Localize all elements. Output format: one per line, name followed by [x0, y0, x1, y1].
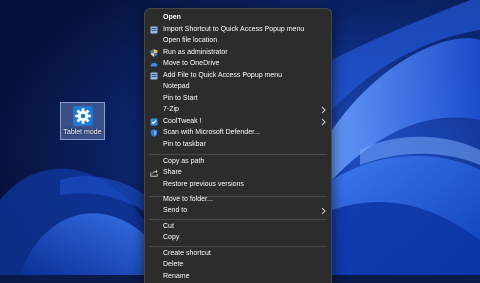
menu-item-label: Create shortcut	[163, 249, 211, 257]
menu-item-create-shortcut[interactable]: Create shortcut	[145, 248, 331, 260]
menu-item-move-to-onedrive[interactable]: Move to OneDrive	[145, 58, 331, 70]
menu-item-label: Restore previous versions	[163, 180, 244, 188]
menu-item-label: Cut	[163, 222, 174, 230]
share-icon	[150, 169, 158, 177]
menu-item-open-file-location[interactable]: Open file location	[145, 35, 331, 47]
defender-icon	[150, 129, 158, 137]
menu-item-scan-with-defender[interactable]: Scan with Microsoft Defender...	[145, 127, 331, 139]
popup-menu-icon	[150, 72, 158, 79]
menu-item-delete[interactable]: Delete	[145, 259, 331, 271]
menu-item-label: Import Shortcut to Quick Access Popup me…	[163, 25, 305, 33]
context-menu: Open Import Shortcut to Quick Access Pop…	[144, 8, 332, 283]
menu-item-restore-previous-versions[interactable]: Restore previous versions	[145, 179, 331, 191]
menu-item-open[interactable]: Open	[145, 12, 331, 24]
menu-item-label: Run as administrator	[163, 48, 228, 56]
onedrive-cloud-icon	[150, 62, 158, 67]
shield-icon	[150, 48, 158, 57]
popup-menu-icon	[150, 26, 158, 33]
desktop-icon-label: Tablet mode	[63, 129, 102, 136]
menu-item-label: Rename	[163, 272, 190, 280]
menu-item-move-to-folder[interactable]: Move to folder...	[145, 194, 331, 206]
menu-item-import-shortcut-qap[interactable]: Import Shortcut to Quick Access Popup me…	[145, 24, 331, 36]
chevron-right-icon	[321, 207, 326, 215]
cooltweak-icon	[150, 118, 158, 125]
menu-item-label: Add File to Quick Access Popup menu	[163, 71, 283, 79]
menu-item-label: 7-Zip	[163, 106, 179, 113]
menu-item-label: Delete	[163, 261, 184, 268]
menu-item-label: Open	[163, 14, 181, 21]
menu-item-label: CoolTweak !	[163, 117, 202, 125]
chevron-right-icon	[321, 118, 326, 125]
menu-item-label: Open file location	[163, 37, 218, 44]
menu-item-cooltweak[interactable]: CoolTweak !	[145, 116, 331, 128]
menu-item-share[interactable]: Share	[145, 167, 331, 179]
menu-item-label: Move to folder...	[163, 195, 213, 203]
menu-item-copy[interactable]: Copy	[145, 232, 331, 244]
desktop-shortcut-tablet-mode[interactable]: Tablet mode	[60, 102, 105, 140]
menu-item-run-as-administrator[interactable]: Run as administrator	[145, 47, 331, 59]
menu-item-7zip[interactable]: 7-Zip	[145, 104, 331, 116]
menu-item-send-to[interactable]: Send to	[145, 205, 331, 217]
menu-item-label: Send to	[163, 207, 188, 214]
menu-item-label: Move to OneDrive	[163, 60, 220, 67]
menu-item-label: Pin to Start	[163, 94, 198, 102]
menu-item-cut[interactable]: Cut	[145, 221, 331, 233]
menu-item-label: Copy as path	[163, 157, 205, 165]
menu-item-copy-as-path[interactable]: Copy as path	[145, 156, 331, 168]
gear-icon	[73, 106, 93, 126]
menu-item-label: Pin to taskbar	[163, 140, 206, 148]
menu-item-pin-to-start[interactable]: Pin to Start	[145, 93, 331, 105]
menu-item-notepad[interactable]: Notepad	[145, 81, 331, 93]
menu-item-label: Scan with Microsoft Defender...	[163, 129, 260, 136]
menu-item-label: Share	[163, 169, 182, 176]
menu-item-add-file-qap[interactable]: Add File to Quick Access Popup menu	[145, 70, 331, 82]
chevron-right-icon	[321, 106, 326, 114]
menu-item-label: Copy	[163, 234, 180, 241]
menu-item-label: Notepad	[163, 83, 190, 90]
menu-item-rename[interactable]: Rename	[145, 271, 331, 283]
menu-item-pin-to-taskbar[interactable]: Pin to taskbar	[145, 139, 331, 151]
